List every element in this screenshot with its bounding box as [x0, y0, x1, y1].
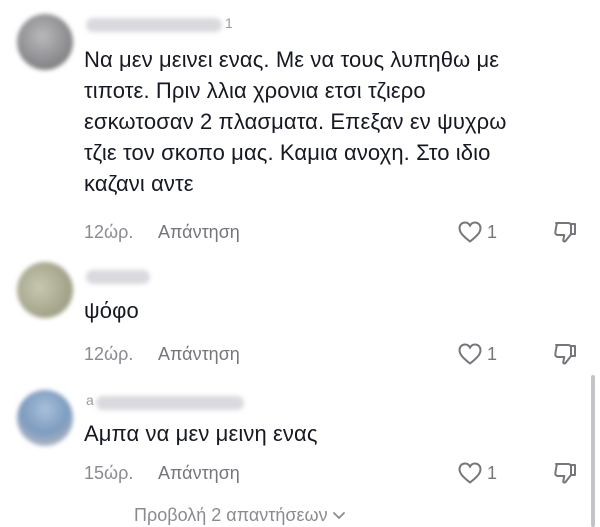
comment-text: Αμπα να μεν μεινη ενας [84, 421, 318, 446]
comment-time: 12ώρ. [84, 222, 134, 242]
thumbs-down-icon [554, 463, 576, 484]
like-count: 1 [487, 462, 498, 483]
heart-icon [458, 462, 482, 484]
heart-icon [458, 221, 482, 243]
like-count: 1 [487, 221, 498, 242]
username-blurred[interactable] [86, 18, 222, 32]
like-button[interactable]: 1 [457, 220, 497, 244]
avatar[interactable] [17, 390, 73, 446]
reply-button[interactable]: Απάντηση [158, 463, 240, 484]
reply-button[interactable]: Απάντηση [158, 222, 240, 243]
username-tail: a [86, 392, 94, 408]
like-button[interactable]: 1 [457, 342, 497, 366]
view-replies-label: Προβολή 2 απαντήσεων [134, 505, 328, 525]
comment-meta: 12ώρ. Απάντηση 1 [84, 220, 600, 246]
username-tail: 1 [225, 15, 233, 31]
reply-button[interactable]: Απάντηση [158, 344, 240, 365]
username-blurred[interactable] [86, 270, 150, 284]
comment-text: ψόφο [84, 298, 139, 323]
comment-time: 12ώρ. [84, 344, 134, 364]
avatar[interactable] [17, 14, 73, 70]
comment-meta: 12ώρ. Απάντηση 1 [84, 342, 600, 368]
thumbs-down-icon [554, 222, 576, 243]
avatar[interactable] [17, 262, 73, 318]
username-blurred[interactable] [96, 396, 244, 410]
thumbs-down-icon [554, 344, 576, 365]
chevron-down-icon [332, 511, 345, 519]
like-button[interactable]: 1 [457, 461, 497, 485]
comment-time: 15ώρ. [84, 463, 134, 483]
like-count: 1 [487, 343, 498, 364]
comment-meta: 15ώρ. Απάντηση 1 [84, 461, 600, 487]
dislike-button[interactable] [552, 219, 578, 250]
dislike-button[interactable] [552, 341, 578, 372]
view-replies-button[interactable]: Προβολή 2 απαντήσεων [134, 505, 346, 526]
heart-icon [458, 343, 482, 365]
comment-text: Να μεν μεινει ενας. Με να τους λυπηθω με… [84, 47, 507, 196]
dislike-button[interactable] [552, 460, 578, 491]
scrollbar[interactable] [591, 375, 595, 527]
